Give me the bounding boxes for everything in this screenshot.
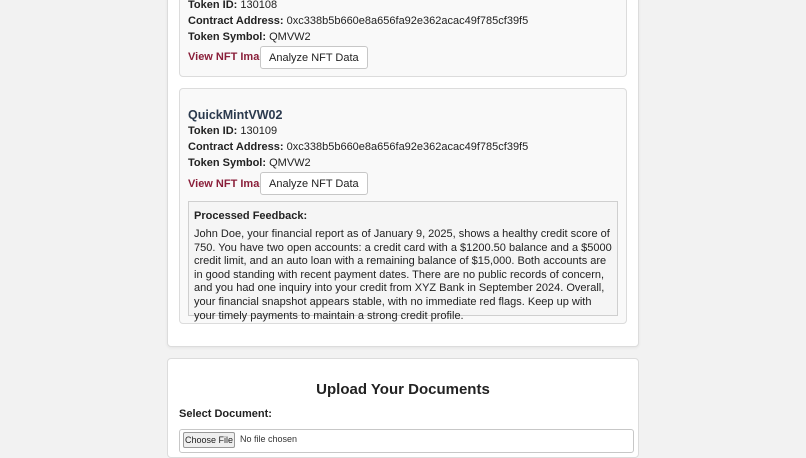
- nft-card: Token ID: 130108 Contract Address: 0xc33…: [179, 0, 627, 77]
- contract-address-value: 0xc338b5b660e8a656fa92e362acac49f785cf39…: [286, 15, 529, 27]
- processed-feedback-title: Processed Feedback:: [194, 210, 308, 222]
- token-id-value: 130109: [240, 125, 278, 137]
- token-symbol-value: QMVW2: [269, 157, 311, 169]
- token-id-label: Token ID:: [188, 0, 238, 11]
- nft-card-title: QuickMintVW02: [188, 108, 283, 122]
- analyze-nft-data-button[interactable]: Analyze NFT Data: [260, 46, 368, 69]
- token-id-value: 130108: [240, 0, 278, 11]
- token-id-row: Token ID: 130108: [188, 0, 277, 12]
- analyze-nft-data-button[interactable]: Analyze NFT Data: [260, 172, 368, 195]
- token-symbol-label: Token Symbol:: [188, 31, 267, 43]
- nft-card: QuickMintVW02 Token ID: 130109 Contract …: [179, 88, 627, 324]
- token-symbol-row: Token Symbol: QMVW2: [188, 30, 311, 44]
- contract-address-label: Contract Address:: [188, 141, 284, 153]
- token-symbol-value: QMVW2: [269, 31, 311, 43]
- file-input[interactable]: Choose File No file chosen: [179, 429, 634, 453]
- token-symbol-label: Token Symbol:: [188, 157, 267, 169]
- processed-feedback-text: John Doe, your financial report as of Ja…: [194, 228, 612, 322]
- upload-panel: Upload Your Documents Select Document: C…: [167, 358, 639, 458]
- contract-address-row: Contract Address: 0xc338b5b660e8a656fa92…: [188, 14, 528, 28]
- select-document-label: Select Document:: [179, 408, 272, 420]
- processed-feedback-box: Processed Feedback: John Doe, your finan…: [188, 201, 618, 322]
- contract-address-label: Contract Address:: [188, 15, 284, 27]
- token-symbol-row: Token Symbol: QMVW2: [188, 156, 311, 170]
- contract-address-row: Contract Address: 0xc338b5b660e8a656fa92…: [188, 140, 528, 154]
- token-id-label: Token ID:: [188, 125, 238, 137]
- choose-file-button[interactable]: Choose File: [183, 432, 235, 448]
- contract-address-value: 0xc338b5b660e8a656fa92e362acac49f785cf39…: [286, 141, 529, 153]
- token-id-row: Token ID: 130109: [188, 124, 277, 138]
- upload-title: Upload Your Documents: [316, 381, 490, 398]
